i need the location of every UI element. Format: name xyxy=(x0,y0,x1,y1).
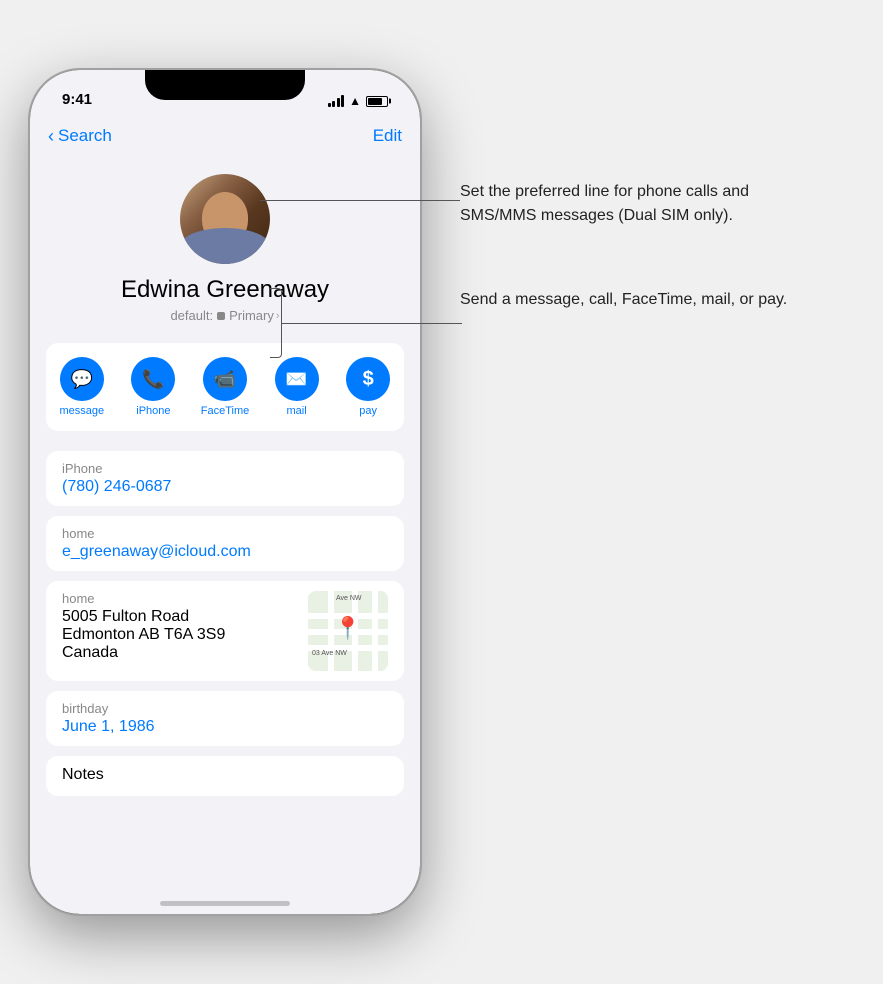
birthday-section: birthday June 1, 1986 xyxy=(46,691,404,746)
contact-header: Edwina Greenaway default: Primary › xyxy=(30,158,420,343)
address-label: home xyxy=(62,591,298,606)
avatar xyxy=(180,174,270,264)
map-thumbnail[interactable]: Ave NW 03 Ave NW 📍 xyxy=(308,591,388,671)
phone-icon: 📞 xyxy=(131,357,175,401)
notes-section: Notes xyxy=(46,756,404,796)
annotation-line-1 xyxy=(260,200,460,201)
birthday-row[interactable]: birthday June 1, 1986 xyxy=(62,691,388,746)
scene: 9:41 ▲ ‹ Sea xyxy=(0,0,883,984)
pay-button[interactable]: $ pay xyxy=(338,357,398,417)
notch xyxy=(145,70,305,100)
iphone-screen: 9:41 ▲ ‹ Sea xyxy=(30,70,420,914)
default-line[interactable]: default: Primary › xyxy=(170,308,279,323)
message-button[interactable]: 💬 message xyxy=(52,357,112,417)
status-time: 9:41 xyxy=(54,91,92,108)
email-label: home xyxy=(62,526,388,541)
email-section: home e_greenaway@icloud.com xyxy=(46,516,404,571)
map-pin-icon: 📍 xyxy=(334,615,361,641)
notes-label: Notes xyxy=(62,766,388,784)
email-row[interactable]: home e_greenaway@icloud.com xyxy=(62,516,388,571)
edit-button[interactable]: Edit xyxy=(373,126,402,146)
annotation-line-2 xyxy=(282,323,462,324)
default-label: default: xyxy=(170,308,213,323)
annotation-actions: Send a message, call, FaceTime, mail, or… xyxy=(460,288,850,312)
mail-icon: ✉️ xyxy=(275,357,319,401)
facetime-label: FaceTime xyxy=(201,405,250,417)
facetime-icon: 📹 xyxy=(203,357,247,401)
status-icons: ▲ xyxy=(328,94,396,108)
annotation-area: Set the preferred line for phone calls a… xyxy=(460,180,850,312)
address-line3: Canada xyxy=(62,644,298,662)
birthday-label: birthday xyxy=(62,701,388,716)
address-row[interactable]: home 5005 Fulton Road Edmonton AB T6A 3S… xyxy=(62,581,388,681)
phone-label: iPhone xyxy=(136,405,170,417)
phone-row[interactable]: iPhone (780) 246-0687 xyxy=(62,451,388,506)
pay-icon: $ xyxy=(346,357,390,401)
birthday-value: June 1, 1986 xyxy=(62,718,388,736)
map-road xyxy=(372,591,378,671)
iphone-device: 9:41 ▲ ‹ Sea xyxy=(30,70,420,914)
mail-label: mail xyxy=(286,405,306,417)
phone-value[interactable]: (780) 246-0687 xyxy=(62,478,388,496)
sim-dot-icon xyxy=(217,312,225,320)
mail-button[interactable]: ✉️ mail xyxy=(267,357,327,417)
annotation-dual-sim-text: Set the preferred line for phone calls a… xyxy=(460,180,820,228)
home-indicator xyxy=(160,901,290,906)
pay-label: pay xyxy=(359,405,377,417)
screen-content[interactable]: Edwina Greenaway default: Primary › 💬 xyxy=(30,158,420,880)
address-text: home 5005 Fulton Road Edmonton AB T6A 3S… xyxy=(62,591,298,662)
message-icon: 💬 xyxy=(60,357,104,401)
battery-icon xyxy=(366,96,388,107)
message-label: message xyxy=(59,405,104,417)
avatar-image xyxy=(180,174,270,264)
nav-bar: ‹ Search Edit xyxy=(30,114,420,158)
facetime-button[interactable]: 📹 FaceTime xyxy=(195,357,255,417)
wifi-icon: ▲ xyxy=(349,94,361,108)
back-label: Search xyxy=(58,126,112,146)
annotation-bracket xyxy=(270,288,282,358)
address-line2: Edmonton AB T6A 3S9 xyxy=(62,626,298,644)
annotation-actions-text: Send a message, call, FaceTime, mail, or… xyxy=(460,288,820,312)
annotation-dual-sim: Set the preferred line for phone calls a… xyxy=(460,180,850,228)
phone-label: iPhone xyxy=(62,461,388,476)
back-button[interactable]: ‹ Search xyxy=(48,126,112,147)
map-street-label: 03 Ave NW xyxy=(312,650,347,657)
map-street-label: Ave NW xyxy=(336,595,362,602)
phone-button[interactable]: 📞 iPhone xyxy=(123,357,183,417)
chevron-left-icon: ‹ xyxy=(48,126,54,147)
map-background: Ave NW 03 Ave NW 📍 xyxy=(308,591,388,671)
action-buttons-bar: 💬 message 📞 iPhone 📹 FaceTime ✉️ mail xyxy=(46,343,404,431)
phone-section: iPhone (780) 246-0687 xyxy=(46,451,404,506)
address-section: home 5005 Fulton Road Edmonton AB T6A 3S… xyxy=(46,581,404,681)
address-line1: 5005 Fulton Road xyxy=(62,608,298,626)
notes-row[interactable]: Notes xyxy=(62,756,388,796)
primary-label: Primary xyxy=(229,308,274,323)
contact-name: Edwina Greenaway xyxy=(121,276,329,304)
map-road xyxy=(328,591,334,671)
signal-icon xyxy=(328,95,345,107)
email-value[interactable]: e_greenaway@icloud.com xyxy=(62,543,388,561)
